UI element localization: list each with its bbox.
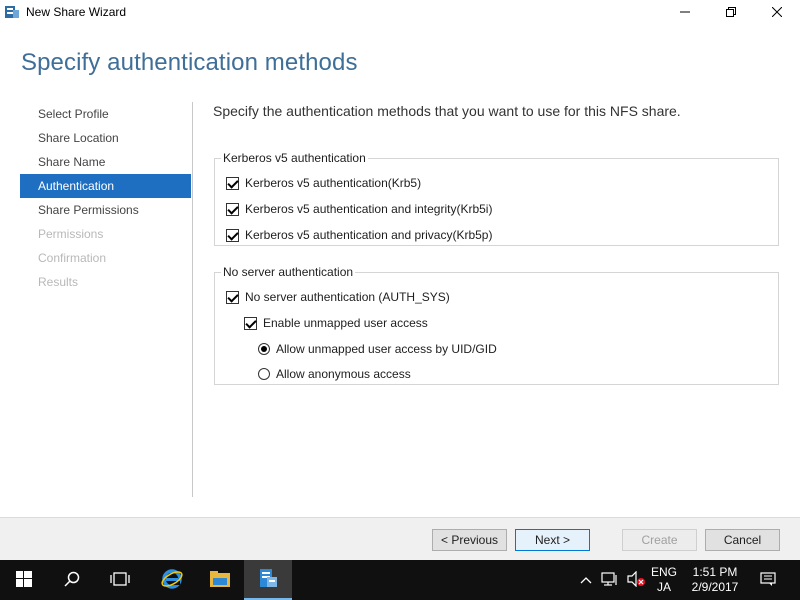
krb5-checkbox[interactable]	[226, 176, 239, 190]
minimize-icon	[680, 5, 690, 20]
auth-sys-option[interactable]: No server authentication (AUTH_SYS)	[226, 288, 450, 306]
network-tray-button[interactable]	[598, 560, 622, 600]
clock[interactable]: 1:51 PM 2/9/2017	[684, 565, 746, 595]
next-button[interactable]: Next >	[515, 529, 590, 551]
nav-item-authentication[interactable]: Authentication	[20, 174, 191, 198]
chevron-up-icon	[580, 573, 592, 587]
uid-gid-radio[interactable]	[258, 343, 270, 355]
close-button[interactable]	[754, 0, 800, 24]
auth-sys-label: No server authentication (AUTH_SYS)	[245, 290, 450, 304]
clock-date: 2/9/2017	[691, 580, 739, 594]
kerberos-group: Kerberos v5 authentication Kerberos v5 a…	[214, 151, 779, 246]
search-icon	[64, 571, 80, 590]
unmapped-access-checkbox[interactable]	[244, 316, 257, 330]
keyboard-layout: JA	[656, 580, 671, 594]
taskbar: ENG JA 1:51 PM 2/9/2017	[0, 560, 800, 600]
server-manager-icon	[257, 567, 279, 592]
krb5i-checkbox[interactable]	[226, 202, 239, 216]
krb5-option[interactable]: Kerberos v5 authentication(Krb5)	[226, 174, 421, 192]
no-server-auth-legend: No server authentication	[221, 265, 356, 279]
uid-gid-label: Allow unmapped user access by UID/GID	[276, 342, 497, 356]
maximize-button[interactable]	[708, 0, 754, 24]
krb5p-option[interactable]: Kerberos v5 authentication and privacy(K…	[226, 226, 492, 244]
nav-item-share-permissions[interactable]: Share Permissions	[20, 198, 191, 222]
search-button[interactable]	[48, 560, 96, 600]
show-hidden-icons-button[interactable]	[576, 560, 596, 600]
anonymous-label: Allow anonymous access	[276, 367, 411, 381]
uid-gid-option[interactable]: Allow unmapped user access by UID/GID	[258, 340, 497, 358]
file-explorer-button[interactable]	[196, 560, 244, 600]
wizard-footer: < Previous Next > Create Cancel	[0, 517, 800, 560]
wizard-nav: Select Profile Share Location Share Name…	[20, 102, 191, 294]
krb5p-label: Kerberos v5 authentication and privacy(K…	[245, 228, 493, 242]
network-icon	[601, 571, 619, 590]
unmapped-access-option[interactable]: Enable unmapped user access	[244, 314, 428, 332]
title-bar: New Share Wizard	[0, 0, 800, 24]
server-manager-icon	[4, 5, 20, 19]
wizard-header: Specify authentication methods	[0, 24, 800, 94]
no-server-auth-group: No server authentication No server authe…	[214, 265, 779, 385]
windows-icon	[16, 570, 32, 590]
unmapped-access-label: Enable unmapped user access	[263, 316, 428, 330]
krb5i-label: Kerberos v5 authentication and integrity…	[245, 202, 493, 216]
start-button[interactable]	[0, 560, 48, 600]
nav-item-results: Results	[38, 275, 79, 289]
restore-icon	[726, 5, 736, 20]
server-manager-taskbar-button[interactable]	[244, 560, 292, 600]
create-button: Create	[622, 529, 697, 551]
krb5i-option[interactable]: Kerberos v5 authentication and integrity…	[226, 200, 492, 218]
internet-explorer-button[interactable]	[148, 560, 196, 600]
task-view-button[interactable]	[96, 560, 144, 600]
minimize-button[interactable]	[662, 0, 708, 24]
language-code: ENG	[650, 565, 677, 579]
folder-icon	[209, 570, 231, 591]
nav-item-share-location[interactable]: Share Location	[20, 126, 191, 150]
page-description: Specify the authentication methods that …	[213, 103, 681, 119]
clock-time: 1:51 PM	[692, 565, 738, 579]
window-title: New Share Wizard	[26, 5, 127, 19]
input-language-indicator[interactable]: ENG JA	[648, 565, 680, 595]
nav-item-permissions: Permissions	[38, 227, 104, 241]
krb5p-checkbox[interactable]	[226, 228, 239, 242]
nav-divider	[192, 102, 193, 497]
notification-icon	[760, 571, 776, 589]
cancel-button[interactable]: Cancel	[705, 529, 780, 551]
task-view-icon	[110, 571, 130, 590]
auth-sys-checkbox[interactable]	[226, 290, 239, 304]
kerberos-group-legend: Kerberos v5 authentication	[221, 151, 368, 165]
page-title: Specify authentication methods	[21, 49, 358, 76]
anonymous-radio[interactable]	[258, 368, 270, 380]
close-icon	[771, 5, 783, 20]
anonymous-option[interactable]: Allow anonymous access	[258, 365, 411, 383]
previous-button[interactable]: < Previous	[432, 529, 507, 551]
internet-explorer-icon	[160, 567, 184, 594]
volume-tray-button[interactable]	[624, 560, 648, 600]
action-center-button[interactable]	[756, 560, 780, 600]
volume-muted-icon	[627, 570, 645, 590]
nav-item-share-name[interactable]: Share Name	[20, 150, 191, 174]
krb5-label: Kerberos v5 authentication(Krb5)	[245, 176, 422, 190]
nav-item-confirmation: Confirmation	[38, 251, 107, 265]
nav-item-select-profile[interactable]: Select Profile	[20, 102, 191, 126]
